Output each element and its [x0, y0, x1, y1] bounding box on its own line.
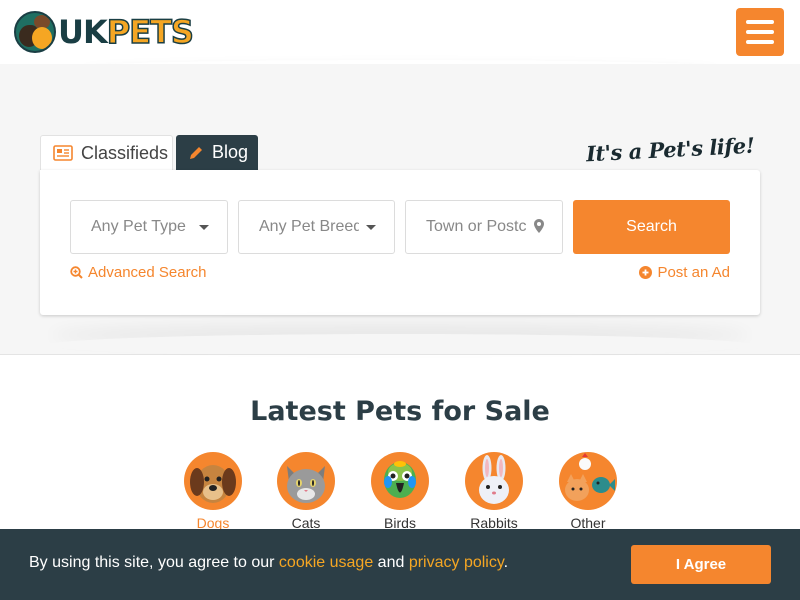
newspaper-icon — [53, 145, 73, 161]
advanced-search-link[interactable]: Advanced Search — [70, 264, 206, 281]
tab-classifieds[interactable]: Classifieds — [40, 135, 173, 170]
pet-type-select[interactable]: Any Pet Type — [70, 200, 228, 254]
menu-button[interactable] — [736, 8, 784, 56]
hamburger-menu-icon — [746, 20, 774, 24]
category-birds[interactable]: Birds — [370, 452, 430, 531]
category-rabbits[interactable]: Rabbits — [464, 452, 524, 531]
privacy-policy-link[interactable]: privacy policy — [409, 554, 504, 571]
category-cats[interactable]: Cats — [276, 452, 336, 531]
town-postcode-input[interactable]: Town or Postcode — [405, 200, 563, 254]
pets-logo-icon — [14, 11, 56, 53]
tab-blog-label: Blog — [212, 142, 249, 162]
bird-icon — [371, 452, 429, 510]
cookie-usage-link[interactable]: cookie usage — [279, 554, 373, 571]
post-ad-link[interactable]: Post an Ad — [639, 264, 730, 281]
hero-search-section: Classifieds Blog It's a Pet's life! Any … — [0, 64, 800, 355]
chevron-down-icon — [366, 225, 376, 230]
category-other[interactable]: Other — [558, 452, 618, 531]
chevron-down-icon — [199, 225, 209, 230]
site-header: UKPETS — [0, 0, 800, 64]
pet-breed-select[interactable]: Any Pet Breed — [238, 200, 395, 254]
tab-classifieds-label: Classifieds — [81, 142, 169, 163]
cookie-consent-bar: By using this site, you agree to our coo… — [0, 529, 800, 600]
cat-icon — [277, 452, 335, 510]
other-pets-icon — [559, 452, 617, 510]
map-marker-icon — [534, 219, 544, 238]
section-title: Latest Pets for Sale — [250, 396, 550, 427]
dog-icon — [184, 452, 242, 510]
hero-shadow — [50, 334, 750, 356]
search-plus-icon — [70, 266, 83, 279]
cookie-text: By using this site, you agree to our coo… — [29, 554, 509, 571]
search-form: Any Pet Type Any Pet Breed Town or Postc… — [40, 170, 760, 315]
site-logo[interactable]: UKPETS — [14, 10, 195, 54]
search-button[interactable]: Search — [573, 200, 730, 254]
plus-circle-icon — [639, 266, 653, 279]
rabbit-icon — [465, 452, 523, 510]
pencil-icon — [188, 145, 204, 161]
logo-text: UKPETS — [58, 12, 195, 52]
category-dogs[interactable]: Dogs — [183, 452, 243, 531]
tagline: It's a Pet's life! — [585, 132, 755, 167]
agree-button[interactable]: I Agree — [631, 545, 771, 584]
tab-blog[interactable]: Blog — [176, 135, 258, 170]
